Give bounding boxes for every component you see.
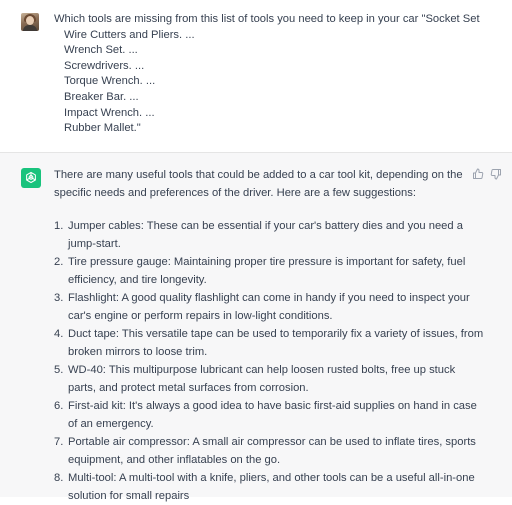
- user-line: Rubber Mallet.": [64, 122, 141, 135]
- list-item-text: WD-40: This multipurpose lubricant can h…: [68, 364, 456, 394]
- list-item: 6. First-aid kit: It's always a good idea…: [54, 397, 484, 433]
- list-number: 7.: [54, 436, 64, 448]
- list-item-text: Multi-tool: A multi-tool with a knife, p…: [68, 472, 475, 502]
- list-number: 5.: [54, 364, 64, 376]
- list-number: 3.: [54, 292, 64, 304]
- user-message: Which tools are missing from this list o…: [0, 0, 512, 152]
- list-item-text: Tire pressure gauge: Maintaining proper …: [68, 256, 466, 286]
- list-number: 8.: [54, 472, 64, 484]
- list-item: 1. Jumper cables: These can be essential …: [54, 217, 484, 253]
- list-item-text: Duct tape: This versatile tape can be us…: [68, 328, 484, 358]
- list-item-text: Portable air compressor: A small air com…: [68, 436, 476, 466]
- list-number: 2.: [54, 256, 64, 268]
- list-item-text: Flashlight: A good quality flashlight ca…: [68, 292, 470, 322]
- list-item: 7. Portable air compressor: A small air c…: [54, 433, 484, 469]
- user-line: Wire Cutters and Pliers. ...: [64, 28, 195, 41]
- openai-logo-icon: [21, 168, 41, 188]
- list-item: 2. Tire pressure gauge: Maintaining prope…: [54, 253, 484, 289]
- user-line: Torque Wrench. ...: [64, 75, 156, 88]
- list-item: 4. Duct tape: This versatile tape can be …: [54, 325, 484, 361]
- list-number: 4.: [54, 328, 64, 340]
- list-item-text: First-aid kit: It's always a good idea t…: [68, 400, 477, 430]
- user-line: Screwdrivers. ...: [64, 59, 145, 72]
- list-item: 3. Flashlight: A good quality flashlight …: [54, 289, 484, 325]
- suggestion-list: 1. Jumper cables: These can be essential …: [54, 217, 484, 505]
- user-line: Impact Wrench. ...: [64, 106, 155, 119]
- list-item: 8. Multi-tool: A multi-tool with a knife,…: [54, 469, 484, 505]
- thumbs-down-icon[interactable]: [490, 168, 502, 180]
- list-number: 1.: [54, 220, 64, 232]
- list-item-text: Jumper cables: These can be essential if…: [68, 220, 463, 250]
- user-line: Which tools are missing from this list o…: [54, 13, 480, 25]
- user-line: Wrench Set. ...: [64, 44, 138, 57]
- assistant-intro: There are many useful tools that could b…: [54, 169, 463, 199]
- user-avatar: [21, 13, 39, 31]
- assistant-message: There are many useful tools that could b…: [0, 153, 512, 502]
- thumbs-up-icon[interactable]: [472, 168, 484, 180]
- user-line: Breaker Bar. ...: [64, 90, 139, 103]
- user-message-text: Which tools are missing from this list o…: [54, 12, 504, 137]
- feedback-buttons: [472, 167, 506, 181]
- list-number: 6.: [54, 400, 64, 412]
- list-item: 5. WD-40: This multipurpose lubricant can…: [54, 361, 484, 397]
